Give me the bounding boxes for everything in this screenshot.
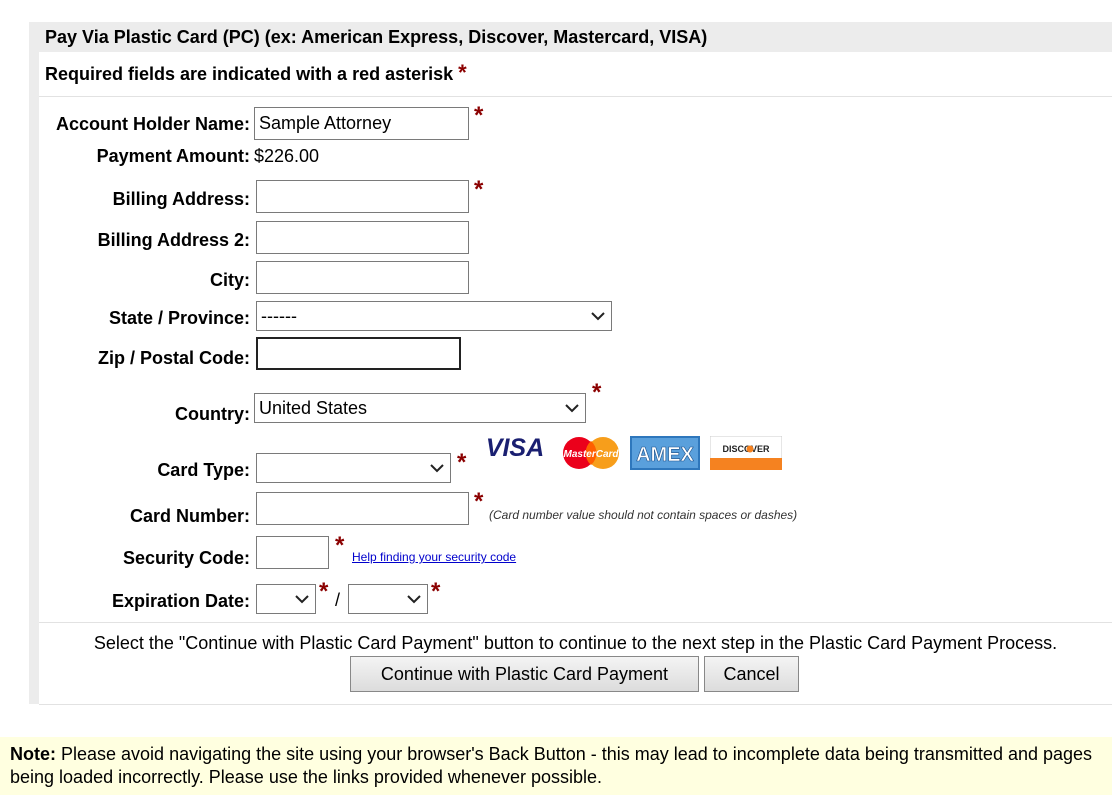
state-select-value: ------: [261, 306, 297, 326]
visa-logo-icon: VISA: [480, 432, 550, 462]
divider: [39, 96, 1112, 97]
account-holder-asterisk: *: [474, 102, 484, 129]
discover-logo-icon: DISCOVER: [709, 435, 783, 471]
payment-amount-value: $226.00: [254, 146, 320, 166]
navigation-note: Note: Please avoid navigating the site u…: [0, 737, 1112, 795]
cancel-button[interactable]: Cancel: [704, 656, 799, 692]
svg-text:DISCOVER: DISCOVER: [722, 444, 770, 454]
zip-label: Zip / Postal Code:: [97, 348, 250, 368]
required-note: Required fields are indicated with a red…: [45, 60, 467, 86]
country-label: Country:: [175, 404, 250, 424]
chevron-down-icon: [565, 404, 579, 413]
svg-text:VISA: VISA: [486, 434, 544, 462]
country-select-value: United States: [259, 398, 368, 418]
city-label: City:: [210, 270, 250, 290]
security-code-input[interactable]: [256, 536, 329, 569]
security-code-help-link[interactable]: Help finding your security code: [352, 550, 516, 564]
required-asterisk: *: [458, 60, 467, 85]
zip-input[interactable]: [256, 337, 461, 370]
country-asterisk: *: [592, 379, 602, 406]
chevron-down-icon: [430, 464, 444, 473]
billing-address-input[interactable]: [256, 180, 469, 213]
svg-text:MasterCard: MasterCard: [563, 449, 619, 460]
required-note-text: Required fields are indicated with a red…: [45, 64, 454, 84]
section-header: Pay Via Plastic Card (PC) (ex: American …: [39, 22, 1112, 52]
billing-address-label: Billing Address:: [112, 189, 250, 209]
card-number-input[interactable]: [256, 492, 469, 525]
expiration-month-select[interactable]: [256, 584, 316, 614]
continue-button[interactable]: Continue with Plastic Card Payment: [350, 656, 699, 692]
account-holder-label: Account Holder Name:: [55, 114, 250, 134]
card-number-asterisk: *: [474, 488, 484, 515]
expiration-year-asterisk: *: [431, 578, 441, 605]
card-number-hint: (Card number value should not contain sp…: [489, 508, 798, 522]
security-code-label: Security Code:: [122, 548, 250, 568]
note-text: Please avoid navigating the site using y…: [10, 744, 1093, 787]
card-type-select[interactable]: [256, 453, 451, 483]
payment-amount-label: Payment Amount:: [96, 146, 250, 166]
state-label: State / Province:: [108, 308, 250, 328]
card-type-asterisk: *: [457, 449, 467, 476]
security-code-asterisk: *: [335, 532, 345, 559]
expiration-year-select[interactable]: [348, 584, 428, 614]
divider: [39, 704, 1112, 705]
amex-logo-icon: AMEX: [630, 436, 700, 470]
chevron-down-icon: [591, 312, 605, 321]
chevron-down-icon: [407, 595, 421, 604]
chevron-down-icon: [295, 595, 309, 604]
billing-address2-input[interactable]: [256, 221, 469, 254]
svg-text:AMEX: AMEX: [636, 444, 694, 466]
expiration-separator: /: [335, 590, 341, 610]
divider: [39, 622, 1112, 623]
city-input[interactable]: [256, 261, 469, 294]
country-select[interactable]: United States: [254, 393, 586, 423]
card-number-label: Card Number:: [129, 506, 250, 526]
mastercard-logo-icon: MasterCard: [558, 436, 624, 470]
state-select[interactable]: ------: [256, 301, 612, 331]
instructions-text: Select the "Continue with Plastic Card P…: [93, 633, 1058, 653]
note-prefix: Note:: [10, 744, 56, 764]
expiration-date-label: Expiration Date:: [111, 591, 250, 611]
account-holder-input[interactable]: [254, 107, 469, 140]
billing-address2-label: Billing Address 2:: [97, 230, 250, 250]
card-type-label: Card Type:: [157, 460, 250, 480]
expiration-month-asterisk: *: [319, 578, 329, 605]
billing-address-asterisk: *: [474, 176, 484, 203]
